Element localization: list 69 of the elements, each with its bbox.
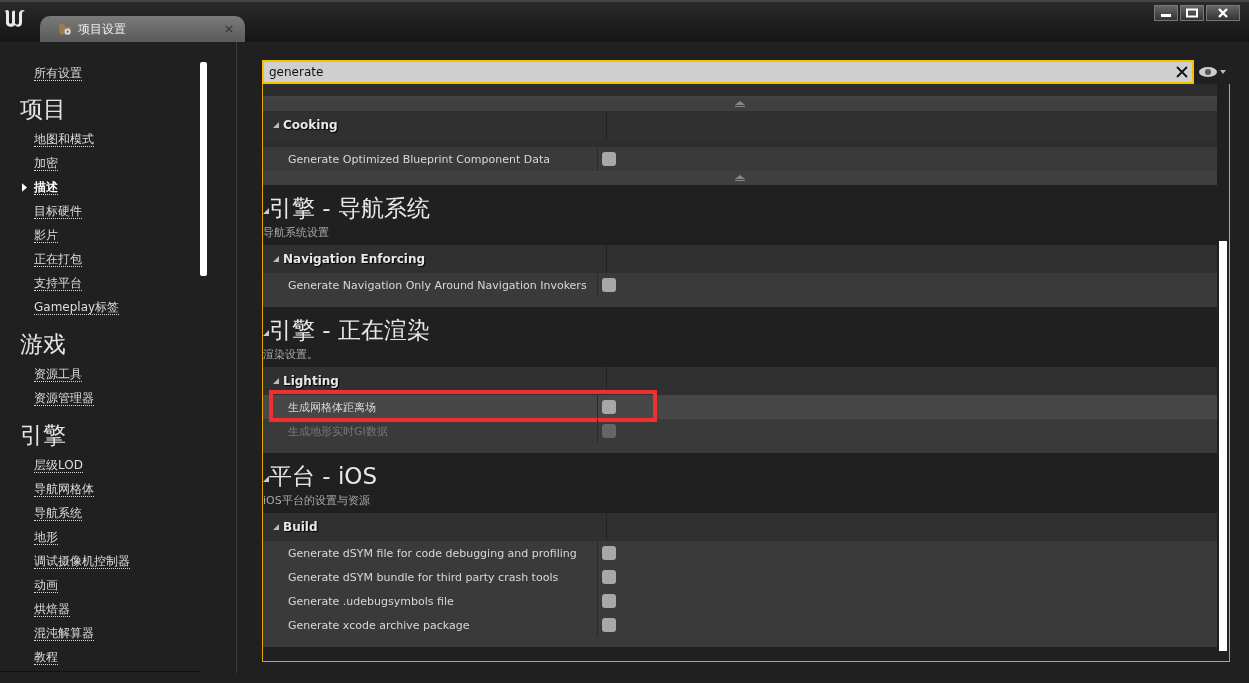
checkbox[interactable] — [602, 152, 616, 166]
sidebar-item[interactable]: 资源工具 — [34, 366, 82, 382]
sidebar-item[interactable]: 混沌解算器 — [34, 625, 94, 641]
sidebar-item[interactable]: Gameplay标签 — [34, 299, 120, 315]
property-label: Generate xcode archive package — [263, 613, 598, 637]
advanced-toggle-bar[interactable] — [263, 171, 1217, 185]
section-description: iOS平台的设置与资源 — [263, 493, 371, 509]
checkbox[interactable] — [602, 618, 616, 632]
close-icon — [1216, 8, 1230, 18]
maximize-icon — [1185, 8, 1199, 18]
expanded-arrow-icon — [273, 256, 279, 262]
advanced-toggle-bar[interactable] — [263, 97, 1217, 111]
expanded-arrow-icon — [273, 378, 279, 384]
section-description: 渲染设置。 — [263, 347, 319, 363]
scrollbar-thumb[interactable] — [200, 62, 207, 276]
sidebar-item[interactable]: 教程 — [34, 649, 58, 665]
sidebar-item[interactable]: 加密 — [34, 155, 58, 171]
sidebar-item[interactable]: 导航系统 — [34, 505, 82, 521]
sidebar-group-title: 项目 — [19, 95, 67, 124]
property-label: 生成网格体距离场 — [263, 395, 598, 419]
checkbox[interactable] — [602, 546, 616, 560]
expanded-arrow-icon — [273, 524, 279, 530]
collapse-arrow-icon — [735, 175, 745, 181]
sidebar-item[interactable]: 资源管理器 — [34, 390, 94, 406]
section-description: 导航系统设置 — [263, 225, 330, 241]
sidebar-item[interactable]: 描述 — [34, 179, 58, 195]
property-label: Generate Navigation Only Around Navigation Invokers — [263, 273, 598, 297]
clear-icon[interactable] — [1176, 66, 1188, 78]
sidebar-item[interactable]: 导航网格体 — [34, 481, 94, 497]
sidebar-item[interactable]: 支持平台 — [34, 275, 82, 291]
expanded-arrow-icon — [273, 122, 279, 128]
sidebar-item[interactable]: 动画 — [34, 577, 58, 593]
section-title[interactable]: 引擎 - 导航系统 — [263, 191, 1217, 225]
collapse-arrow-icon — [735, 101, 745, 107]
settings-folder-icon — [58, 22, 72, 36]
sidebar-group-title: 引擎 — [19, 421, 67, 450]
checkbox[interactable] — [602, 570, 616, 584]
checkbox[interactable] — [602, 278, 616, 292]
tab-title: 项目设置 — [78, 20, 127, 38]
maximize-button[interactable] — [1180, 5, 1204, 21]
sidebar-group-title: 游戏 — [19, 330, 67, 359]
checkbox[interactable] — [602, 400, 616, 414]
sidebar-item[interactable]: 所有设置 — [34, 65, 82, 81]
search-field[interactable]: generate — [262, 60, 1194, 84]
minimize-button[interactable] — [1154, 5, 1178, 21]
scrollbar-thumb[interactable] — [1219, 241, 1227, 651]
sidebar-item[interactable]: 影片 — [34, 227, 58, 243]
close-icon[interactable] — [225, 25, 233, 33]
section-title[interactable]: 平台 - iOS — [263, 459, 1217, 493]
expanded-arrow-icon — [263, 476, 269, 482]
property-label: Generate dSYM file for code debugging and profiling — [263, 541, 598, 565]
sidebar-item[interactable]: 调试摄像机控制器 — [34, 553, 130, 569]
sidebar-item[interactable]: 地形 — [34, 529, 58, 545]
property-label: Generate .udebugsymbols file — [263, 589, 598, 613]
section-title[interactable]: 引擎 - 正在渲染 — [263, 313, 1217, 347]
close-button[interactable] — [1206, 5, 1240, 21]
property-label: Generate dSYM bundle for third party crash tools — [263, 565, 598, 589]
expanded-arrow-icon — [263, 208, 269, 214]
sidebar-item[interactable]: 地图和模式 — [34, 131, 94, 147]
eye-icon[interactable] — [1198, 66, 1228, 78]
selected-arrow-icon — [22, 182, 27, 192]
checkbox[interactable] — [602, 594, 616, 608]
project-settings-tab[interactable]: 项目设置 — [40, 16, 245, 42]
sidebar-item[interactable]: 层级LOD — [34, 457, 83, 473]
expanded-arrow-icon — [263, 330, 269, 336]
engine-logo-icon — [3, 8, 27, 28]
sidebar-item[interactable]: 正在打包 — [34, 251, 82, 267]
sidebar-item[interactable]: 烘焙器 — [34, 601, 70, 617]
sidebar-item[interactable]: 目标硬件 — [34, 203, 82, 219]
